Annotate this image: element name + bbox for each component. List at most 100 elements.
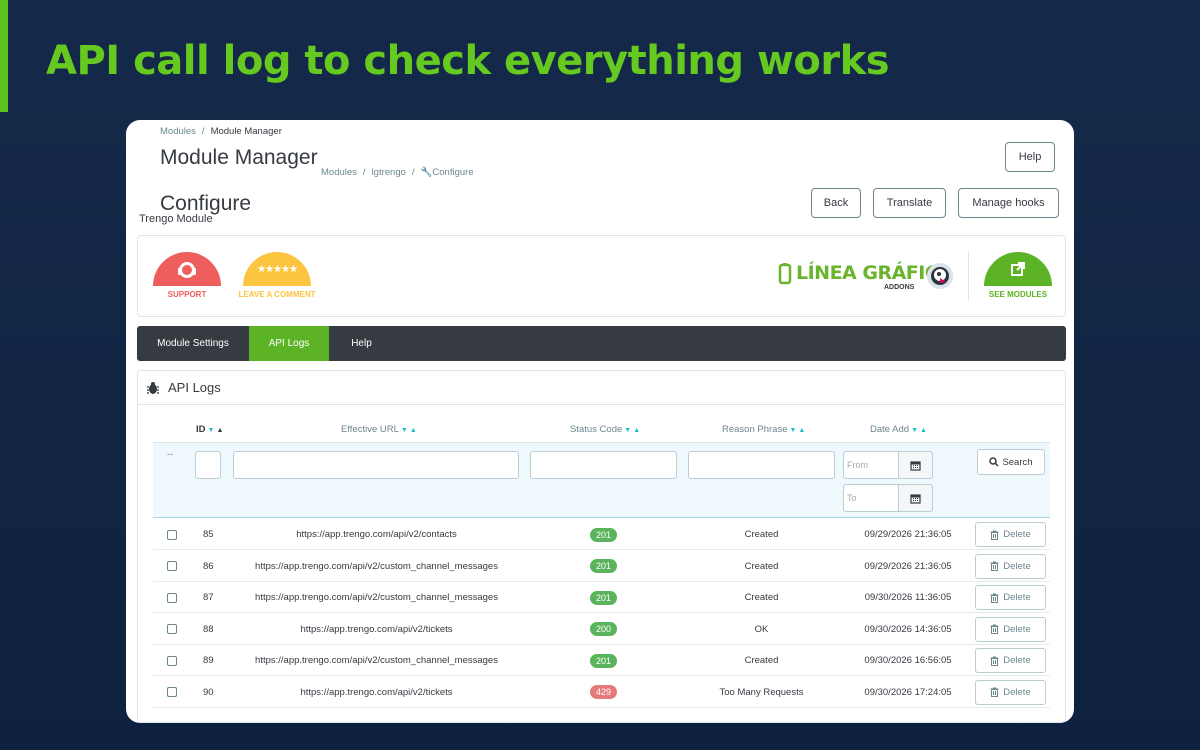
filter-id-input[interactable] [195, 451, 221, 479]
table-row: 90 https://app.trengo.com/api/v2/tickets 4… [153, 677, 1050, 708]
breadcrumb-modules-link[interactable]: Modules [160, 126, 196, 137]
calendar-to-button[interactable] [899, 484, 933, 512]
row-checkbox[interactable] [167, 645, 177, 676]
delete-button[interactable]: Delete [975, 616, 1046, 642]
row-checkbox[interactable] [167, 677, 177, 708]
search-button[interactable]: Search [977, 449, 1045, 475]
filter-status-input[interactable] [530, 451, 677, 479]
sort-desc-icon: ▼ [400, 427, 408, 434]
breadcrumb-modules-link-2[interactable]: Modules [321, 167, 357, 178]
row-id: 87 [203, 592, 214, 603]
trash-icon [990, 593, 999, 603]
calendar-icon [910, 493, 921, 504]
filter-reason-input[interactable] [688, 451, 835, 479]
filter-url-input[interactable] [233, 451, 519, 479]
row-reason: Too Many Requests [719, 686, 804, 698]
row-reason: OK [754, 623, 769, 635]
delete-button[interactable]: Delete [975, 679, 1046, 705]
delete-button[interactable]: Delete [975, 585, 1046, 610]
module-subtitle: Trengo Module [139, 213, 213, 225]
sort-desc-icon: ▼ [207, 427, 215, 434]
filter-date-to-input[interactable]: To [843, 484, 899, 512]
row-checkbox[interactable] [167, 582, 177, 613]
trash-icon [990, 561, 999, 571]
api-logs-panel: API Logs ID ▼ ▲ Effective URL ▼ ▲ Status Cod… [137, 370, 1066, 723]
column-status-code[interactable]: Status Code ▼ ▲ [570, 424, 640, 435]
see-modules-label: SEE MODULES [988, 290, 1048, 299]
delete-button[interactable]: Delete [975, 522, 1046, 547]
status-badge: 429 [589, 685, 618, 699]
column-reason-phrase[interactable]: Reason Phrase ▼ ▲ [722, 424, 805, 435]
wrench-icon: 🔧 [420, 167, 433, 178]
row-checkbox[interactable] [167, 614, 177, 645]
row-checkbox[interactable] [167, 551, 177, 582]
row-status: 201 [530, 645, 677, 676]
delete-label: Delete [1003, 686, 1031, 698]
row-date: 09/30/2026 16:56:05 [864, 655, 952, 666]
breadcrumb-separator: / [362, 167, 366, 178]
module-tabs: Module Settings API Logs Help [137, 326, 1066, 361]
module-info-panel: SUPPORT ★★★★★ LEAVE A COMMENT LÍNEA GRÁF… [137, 235, 1066, 317]
back-button[interactable]: Back [811, 188, 861, 218]
row-status: 201 [530, 551, 677, 582]
sort-desc-icon: ▼ [624, 427, 632, 434]
row-date: 09/29/2026 21:36:05 [864, 529, 952, 540]
row-status: 201 [530, 582, 677, 613]
manage-hooks-button[interactable]: Manage hooks [958, 188, 1059, 218]
row-checkbox[interactable] [167, 519, 177, 550]
table-row: 88 https://app.trengo.com/api/v2/tickets 2… [153, 614, 1050, 645]
row-date: 09/29/2026 21:36:05 [864, 560, 952, 572]
search-icon [989, 457, 999, 467]
delete-button[interactable]: Delete [975, 553, 1046, 579]
battery-logo-icon [778, 263, 792, 285]
column-effective-url[interactable]: Effective URL ▼ ▲ [341, 424, 417, 435]
sort-desc-icon: ▼ [789, 427, 797, 434]
delete-label: Delete [1003, 655, 1031, 666]
calendar-from-button[interactable] [899, 451, 933, 479]
row-url: https://app.trengo.com/api/v2/tickets [300, 623, 453, 635]
breadcrumb-secondary: Modules / lgtrengo / 🔧Configure [321, 167, 474, 178]
row-id: 89 [203, 655, 214, 666]
filter-date-from-input[interactable]: From [843, 451, 899, 479]
trash-icon [990, 530, 999, 540]
delete-label: Delete [1003, 560, 1031, 572]
api-logs-title: API Logs [168, 380, 221, 395]
trash-icon [990, 656, 999, 666]
support-button[interactable] [153, 252, 221, 286]
module-manager-window: Modules / Module Manager Module Manager Mo… [126, 120, 1074, 723]
breadcrumb-module-link[interactable]: lgtrengo [372, 167, 406, 178]
stars-icon: ★★★★★ [257, 263, 298, 275]
status-badge: 201 [589, 559, 618, 573]
row-url: https://app.trengo.com/api/v2/custom_cha… [255, 560, 498, 572]
row-date: 09/30/2026 11:36:05 [864, 592, 952, 603]
tab-api-logs[interactable]: API Logs [249, 326, 329, 361]
delete-label: Delete [1003, 529, 1031, 540]
puffin-mascot-icon [927, 263, 953, 289]
column-date-add[interactable]: Date Add ▼ ▲ [870, 424, 927, 435]
row-status: 200 [530, 614, 677, 645]
row-date: 09/30/2026 14:36:05 [864, 623, 952, 635]
headset-icon [178, 262, 196, 278]
row-id: 86 [203, 560, 214, 572]
sort-asc-icon: ▲ [409, 427, 417, 434]
leave-comment-button[interactable]: ★★★★★ [243, 252, 311, 286]
page-title: Module Manager [160, 146, 318, 169]
headline: API call log to check everything works [46, 38, 890, 84]
row-status: 429 [530, 677, 677, 708]
row-reason: Created [744, 592, 779, 603]
column-id[interactable]: ID ▼ ▲ [196, 424, 223, 435]
breadcrumb: Modules / Module Manager [160, 126, 282, 137]
filter-row: -- From To Search [153, 442, 1050, 518]
api-logs-header: API Logs [138, 371, 1065, 405]
tab-help[interactable]: Help [329, 326, 394, 361]
help-button[interactable]: Help [1005, 142, 1055, 172]
status-badge: 201 [589, 590, 618, 605]
translate-button[interactable]: Translate [873, 188, 946, 218]
sort-desc-icon: ▼ [911, 427, 919, 434]
delete-button[interactable]: Delete [975, 648, 1046, 673]
row-id: 88 [203, 623, 214, 635]
tab-module-settings[interactable]: Module Settings [137, 326, 249, 361]
see-modules-button[interactable] [984, 252, 1052, 286]
row-url: https://app.trengo.com/api/v2/tickets [300, 686, 453, 698]
linea-grafica-logo[interactable]: LÍNEA GRÁFICA ADDONS [778, 258, 958, 298]
